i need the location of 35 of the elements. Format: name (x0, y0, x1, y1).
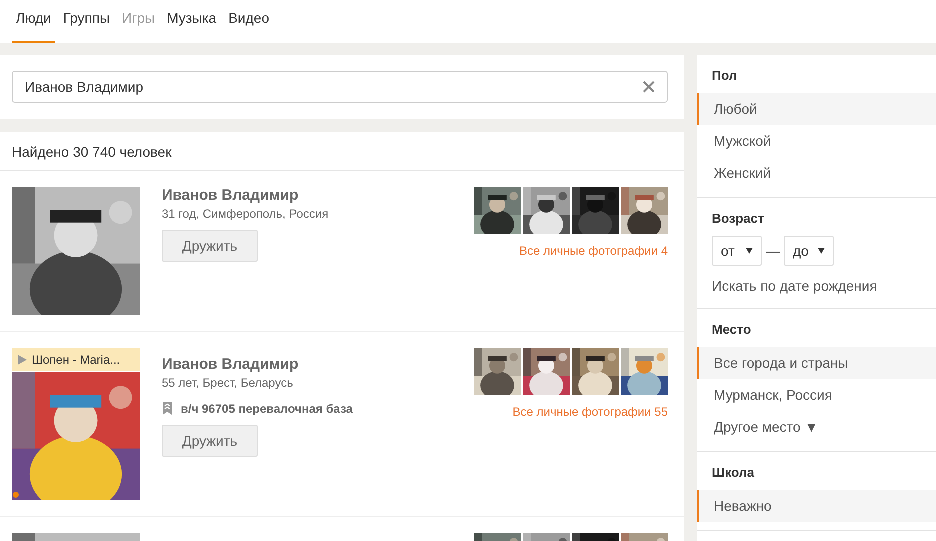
add-friend-button[interactable]: Дружить (162, 230, 258, 262)
age-select[interactable]: от (712, 236, 762, 266)
filter-option[interactable]: Любой (697, 93, 936, 125)
filter-option[interactable]: Все города и страны (697, 347, 936, 379)
tab[interactable]: Группы (59, 0, 114, 43)
filter-option[interactable]: Мурманск, Россия (697, 379, 936, 411)
play-icon[interactable] (18, 354, 27, 364)
results-count: Найдено 30 740 человек (0, 132, 684, 171)
filter-option[interactable]: Другое место ▼ (697, 411, 936, 443)
chevron-badge-icon (162, 402, 173, 416)
workplace[interactable]: в/ч 96705 перевалочная база (181, 402, 353, 416)
caret-icon (746, 248, 753, 254)
filter-title: Место (711, 321, 752, 339)
search-field[interactable]: Иванов Владимир (12, 71, 668, 103)
person-details: 55 лет, Брест, Беларусь (162, 376, 294, 390)
tab[interactable]: Люди (12, 0, 56, 43)
close-icon[interactable] (642, 80, 656, 94)
age-select[interactable]: до (784, 236, 834, 266)
person-name[interactable]: Иванов Владимир (162, 356, 474, 373)
birthdate-link[interactable]: Искать по дате рождения (697, 266, 936, 300)
filter-option[interactable]: Неважно (697, 490, 936, 522)
add-friend-button[interactable]: Дружить (162, 425, 258, 457)
person-details: 31 год, Симферополь, Россия (162, 207, 330, 221)
person-name[interactable]: Иванов Владимир (162, 187, 474, 204)
tab[interactable]: Музыка (163, 0, 221, 43)
filter-option[interactable]: Мужской (697, 125, 936, 157)
filter-title: Пол (711, 67, 738, 85)
music-status[interactable]: Шопен - Maria... (12, 348, 140, 371)
filter-title: Возраст (711, 210, 766, 228)
caret-icon (818, 248, 825, 254)
status-text: Шопен - Maria... (32, 352, 120, 366)
tab[interactable]: Видео (224, 0, 274, 43)
range-separator: — (766, 243, 780, 259)
filter-title: Школа (711, 464, 756, 482)
filter-option[interactable]: Женский (697, 157, 936, 189)
